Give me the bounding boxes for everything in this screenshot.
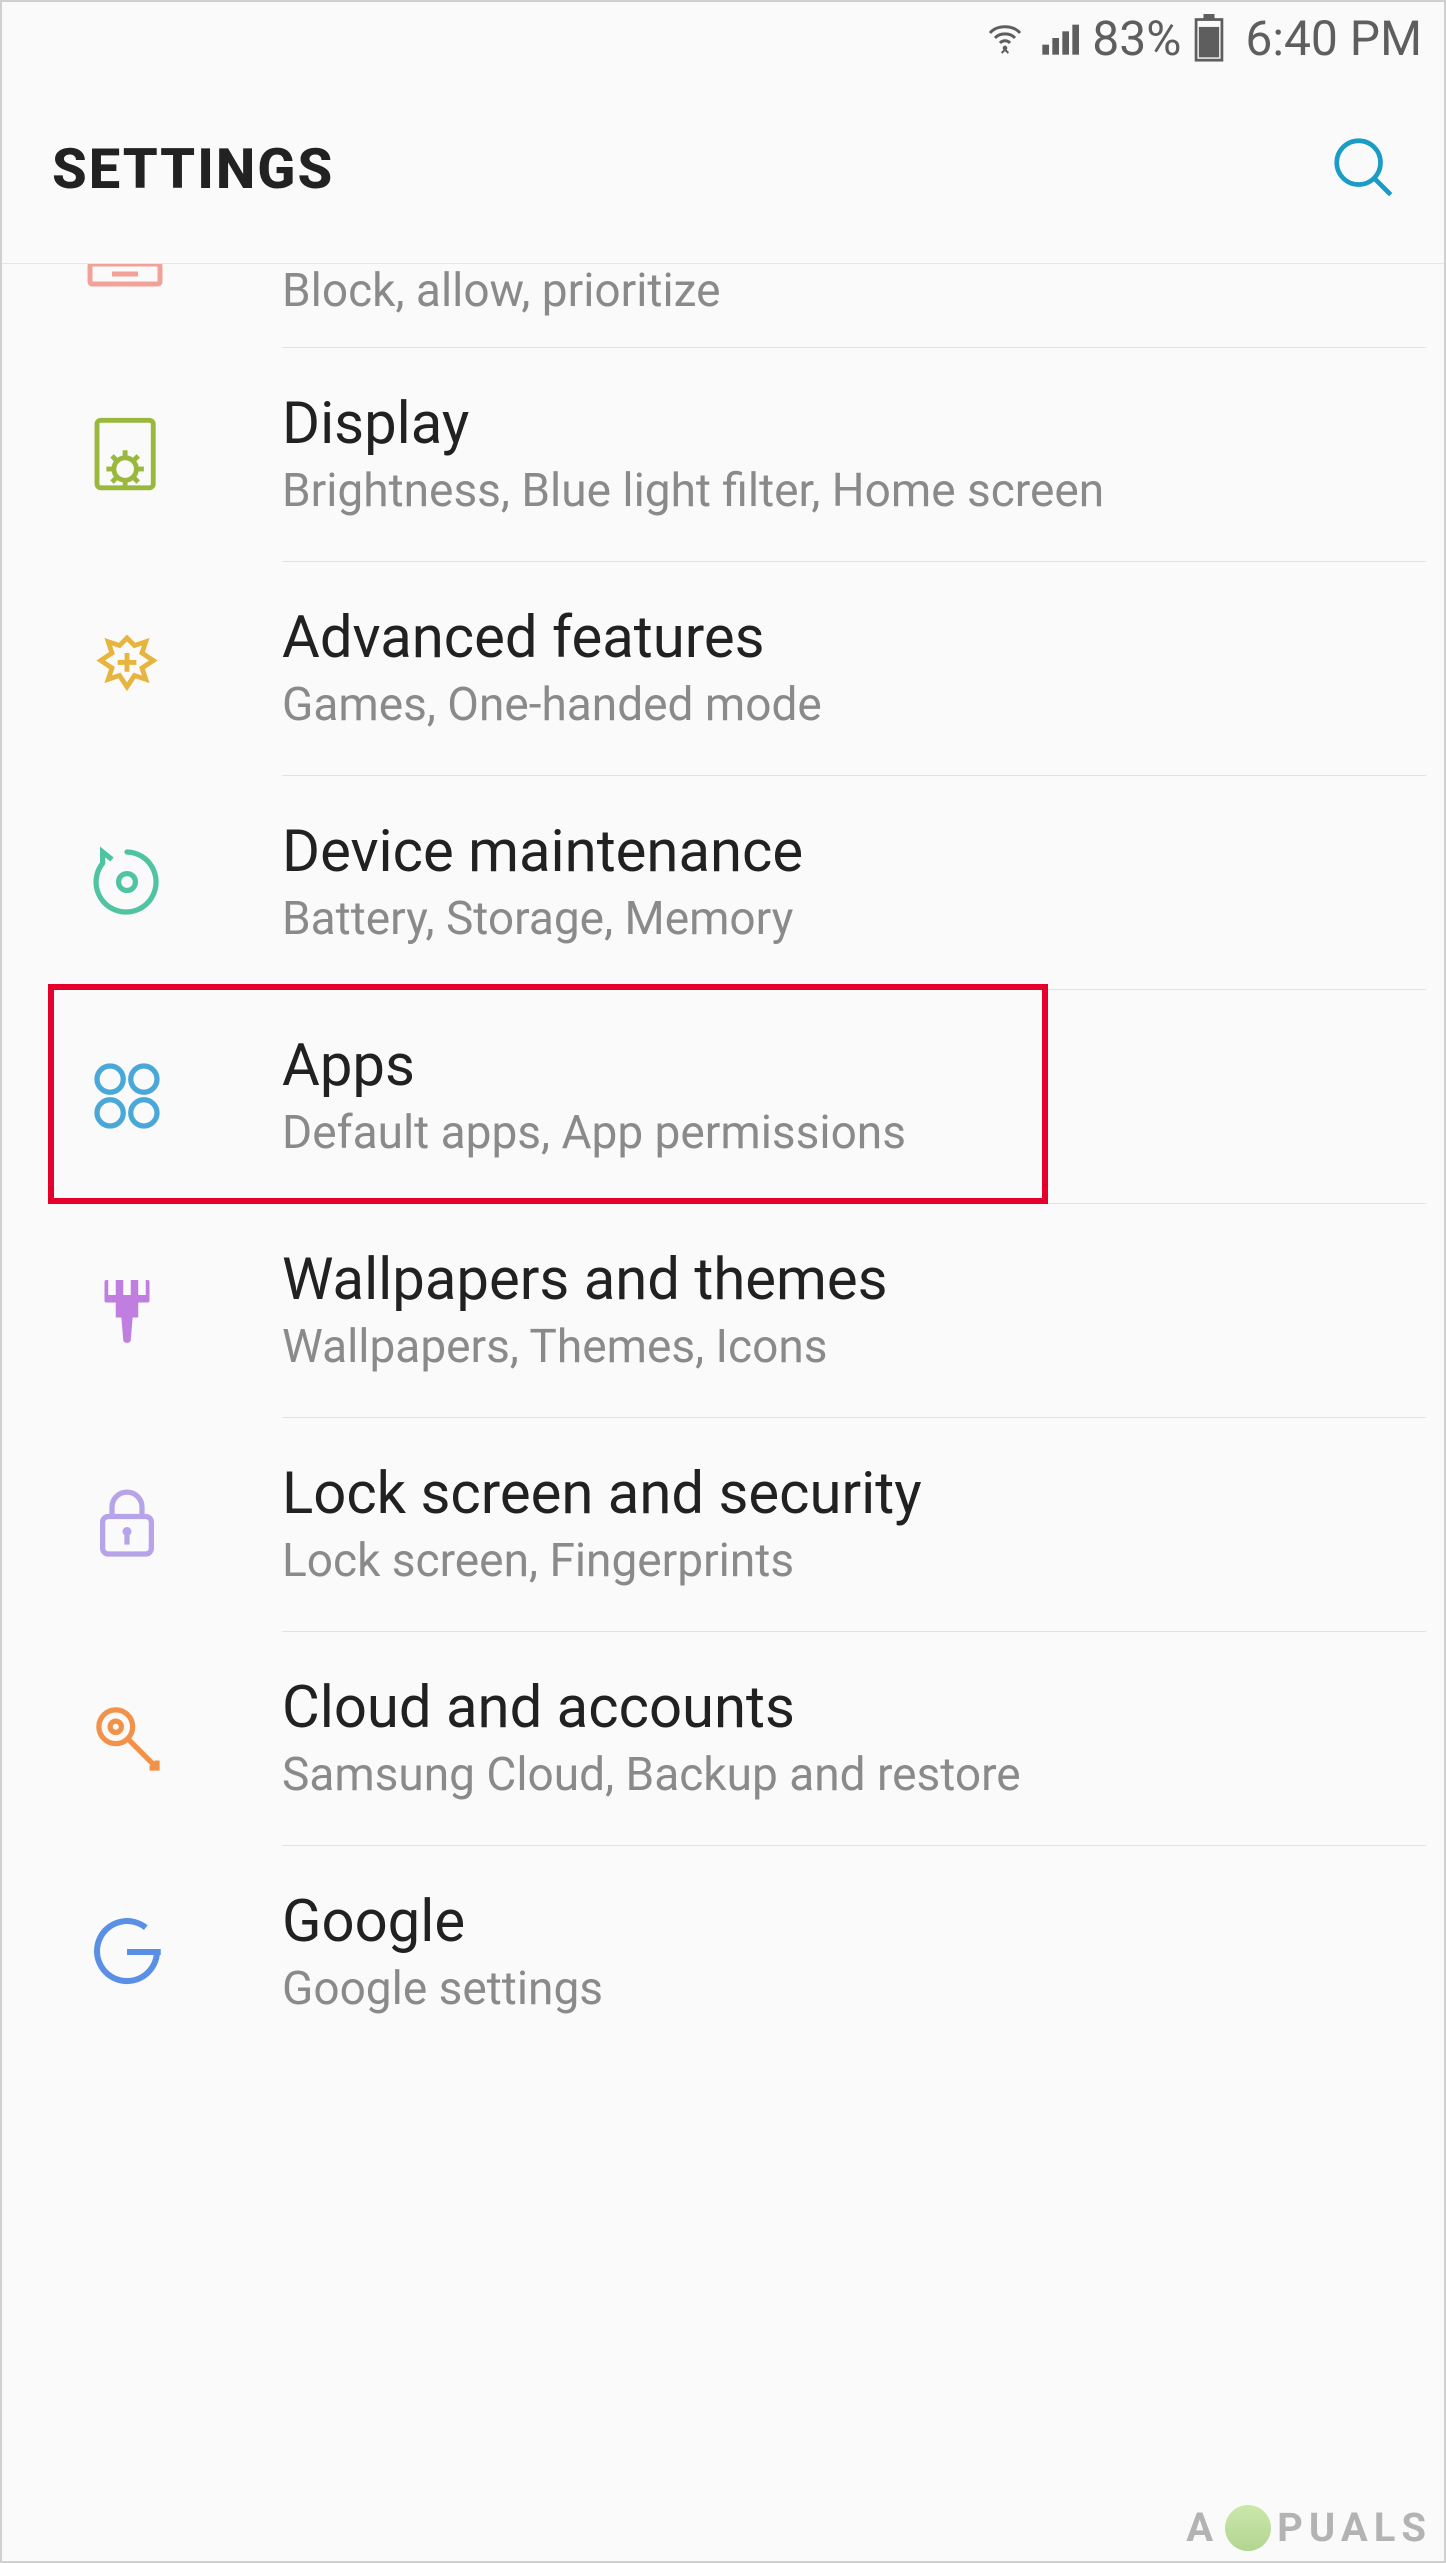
signal-icon [1038,18,1080,58]
settings-item-wallpapers-themes[interactable]: Wallpapers and themes Wallpapers, Themes… [2,1204,1444,1418]
settings-item-device-maintenance[interactable]: Device maintenance Battery, Storage, Mem… [2,776,1444,990]
settings-item-notifications[interactable]: Block, allow, prioritize [2,264,1444,348]
display-icon [82,409,172,499]
settings-item-title: Lock screen and security [282,1460,922,1528]
settings-item-subtitle: Battery, Storage, Memory [282,892,803,946]
wifi-icon [984,18,1026,58]
cloud-accounts-icon [82,1693,172,1783]
battery-percent: 83% [1092,10,1181,67]
settings-item-title: Wallpapers and themes [282,1246,888,1314]
apps-icon [82,1051,172,1141]
watermark-dot-icon [1225,2505,1271,2551]
settings-item-subtitle: Google settings [282,1962,603,2016]
settings-item-title: Advanced features [282,604,822,672]
settings-item-cloud-accounts[interactable]: Cloud and accounts Samsung Cloud, Backup… [2,1632,1444,1846]
settings-item-subtitle: Block, allow, prioritize [282,264,721,318]
google-icon [82,1907,172,1997]
settings-item-advanced-features[interactable]: Advanced features Games, One-handed mode [2,562,1444,776]
settings-item-display[interactable]: Display Brightness, Blue light filter, H… [2,348,1444,562]
settings-item-apps[interactable]: Apps Default apps, App permissions [2,990,1444,1204]
battery-icon [1193,14,1225,62]
settings-list: Block, allow, prioritize [2,264,1444,2060]
settings-item-subtitle: Samsung Cloud, Backup and restore [282,1748,1021,1802]
settings-item-title: Display [282,390,1104,458]
device-maintenance-icon [82,837,172,927]
settings-item-title: Apps [282,1032,906,1100]
settings-item-subtitle: Brightness, Blue light filter, Home scre… [282,464,1104,518]
advanced-features-icon [82,623,172,713]
notifications-icon [82,264,172,294]
settings-item-subtitle: Games, One-handed mode [282,678,822,732]
app-frame: 83% 6:40 PM SETTINGS [0,0,1446,2563]
watermark: A PUALS [1186,2504,1432,2551]
watermark-text-a: A [1186,2504,1219,2551]
watermark-text-puals: PUALS [1277,2504,1432,2551]
lock-icon [82,1479,172,1569]
settings-item-title: Cloud and accounts [282,1674,1021,1742]
status-bar: 83% 6:40 PM [2,2,1444,74]
settings-item-subtitle: Default apps, App permissions [282,1106,906,1160]
settings-item-subtitle: Wallpapers, Themes, Icons [282,1320,888,1374]
settings-item-title: Google [282,1888,603,1956]
settings-item-title: Device maintenance [282,818,803,886]
settings-item-google[interactable]: Google Google settings [2,1846,1444,2060]
page-title: SETTINGS [52,136,334,202]
settings-item-lock-screen-security[interactable]: Lock screen and security Lock screen, Fi… [2,1418,1444,1632]
search-button[interactable] [1328,132,1398,206]
settings-item-subtitle: Lock screen, Fingerprints [282,1534,922,1588]
header-bar: SETTINGS [2,74,1444,264]
wallpapers-themes-icon [82,1265,172,1355]
clock-time: 6:40 PM [1245,10,1422,67]
